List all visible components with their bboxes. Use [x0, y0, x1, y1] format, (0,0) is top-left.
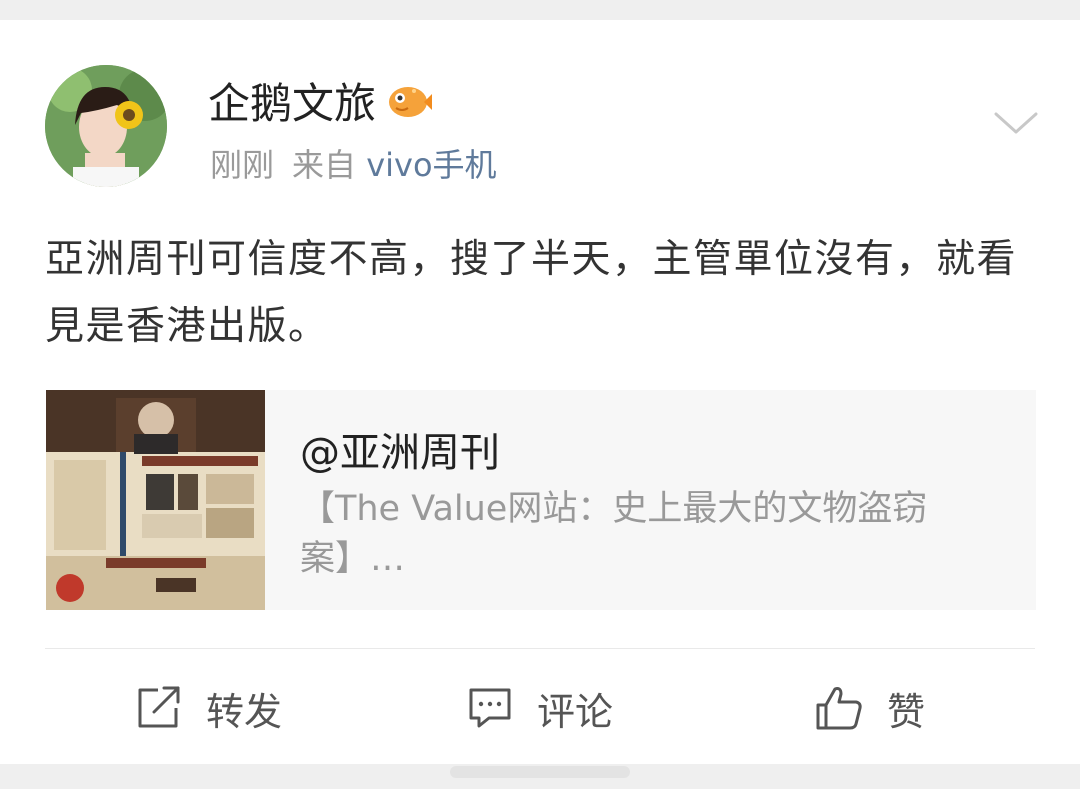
post-meta: 刚刚 来自 vivo手机 — [210, 140, 497, 186]
avatar[interactable] — [45, 65, 167, 187]
weibo-post-card: 企鹅文旅 刚刚 来自 vivo手机 亞洲周刊可信度不高，搜了半天，主管單位沒有，就… — [0, 20, 1080, 764]
author-name-text[interactable]: 企鹅文旅 — [208, 70, 376, 131]
author-name[interactable]: 企鹅文旅 — [208, 70, 433, 131]
repost-thumbnail — [46, 390, 265, 610]
thumbs-up-icon — [815, 685, 863, 731]
source-prefix: 来自 — [292, 146, 357, 184]
repost-description: 【The Value网站：史上最大的文物盗窃案】… — [300, 489, 928, 579]
comment-label: 评论 — [537, 689, 614, 734]
repost-author[interactable]: @亚洲周刊 — [300, 420, 500, 478]
share-icon — [136, 686, 182, 730]
chevron-down-icon[interactable] — [992, 106, 1040, 140]
comment-icon — [467, 686, 513, 730]
fish-badge-icon — [386, 81, 433, 121]
repost-label: 转发 — [206, 689, 283, 734]
home-indicator — [450, 766, 630, 778]
repost-button[interactable]: 转发 — [136, 680, 282, 736]
like-button[interactable]: 赞 — [815, 680, 925, 736]
reposted-card[interactable]: @亚洲周刊 【The Value网站：史上最大的文物盗窃案】… — [46, 390, 1036, 610]
divider — [45, 648, 1035, 649]
post-body-text: 亞洲周刊可信度不高，搜了半天，主管單位沒有，就看見是香港出版。 — [45, 237, 1018, 349]
post-time: 刚刚 — [210, 146, 275, 184]
like-label: 赞 — [887, 689, 926, 734]
source-device-link[interactable]: vivo手机 — [366, 146, 496, 184]
comment-button[interactable]: 评论 — [467, 680, 613, 736]
